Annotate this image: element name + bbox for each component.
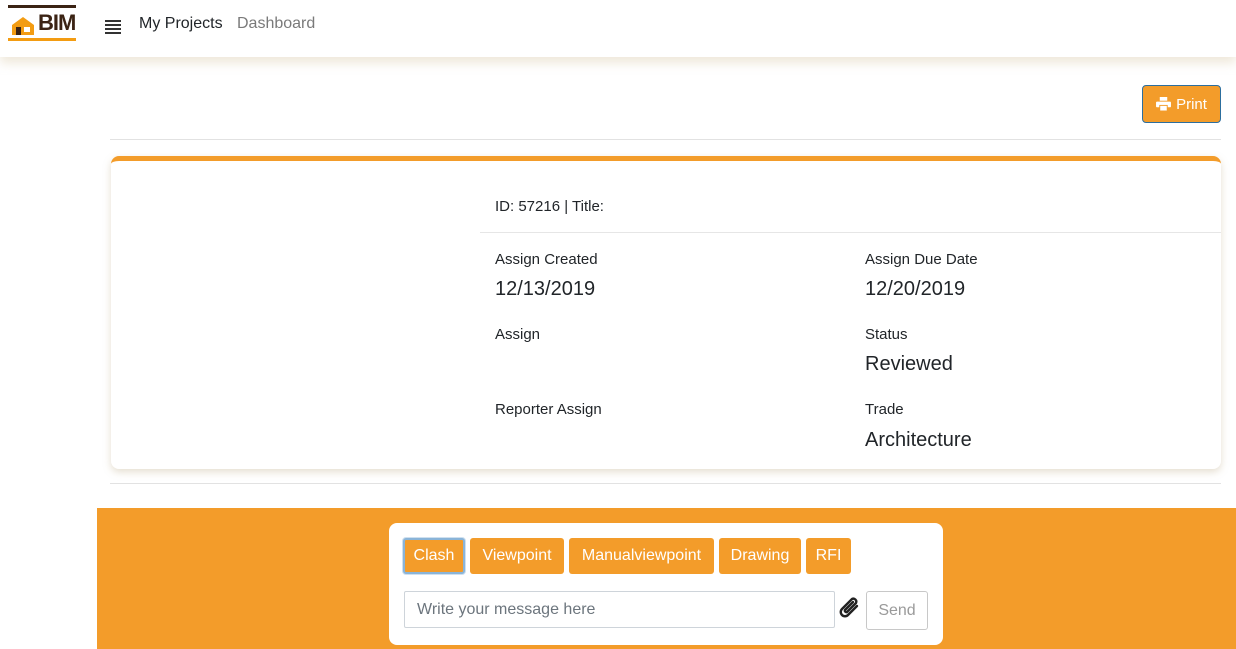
logo-text: BIM — [38, 10, 76, 35]
logo-top-bar — [8, 5, 76, 8]
divider-bottom — [110, 483, 1221, 484]
message-input[interactable] — [404, 591, 835, 628]
print-label: Print — [1176, 95, 1207, 113]
trade-label: Trade — [865, 401, 904, 418]
tab-rfi[interactable]: RFI — [806, 538, 851, 574]
top-navbar: BIM My Projects Dashboard — [0, 0, 1236, 57]
assign-label: Assign — [495, 326, 541, 343]
card-title: ID: 57216 | Title: — [495, 198, 604, 215]
tab-clash[interactable]: Clash — [403, 538, 465, 574]
assign-due-date-label: Assign Due Date — [865, 251, 978, 268]
status-label: Status — [865, 326, 908, 343]
menu-icon[interactable] — [105, 20, 121, 34]
card-divider — [480, 232, 1221, 233]
send-button[interactable]: Send — [866, 591, 928, 630]
house-icon — [12, 17, 34, 35]
bim-logo[interactable]: BIM — [8, 5, 78, 43]
status-value: Reviewed — [865, 353, 953, 375]
nav-my-projects[interactable]: My Projects — [139, 15, 223, 33]
assign-due-date-value: 12/20/2019 — [865, 278, 966, 300]
print-button[interactable]: Print — [1142, 85, 1221, 123]
nav-dashboard[interactable]: Dashboard — [237, 15, 315, 33]
logo-bottom-bar — [8, 38, 76, 41]
assign-created-value: 12/13/2019 — [495, 278, 596, 300]
detail-card: ID: 57216 | Title: Assign Created 12/13/… — [111, 156, 1221, 469]
tab-drawing[interactable]: Drawing — [719, 538, 801, 574]
divider-top — [110, 139, 1221, 140]
assign-created-label: Assign Created — [495, 251, 598, 268]
tab-viewpoint[interactable]: Viewpoint — [470, 538, 564, 574]
reporter-assign-label: Reporter Assign — [495, 401, 602, 418]
tab-manualviewpoint[interactable]: Manualviewpoint — [569, 538, 714, 574]
trade-value: Architecture — [865, 429, 972, 451]
paperclip-icon[interactable] — [837, 592, 865, 624]
printer-icon — [1156, 97, 1172, 111]
